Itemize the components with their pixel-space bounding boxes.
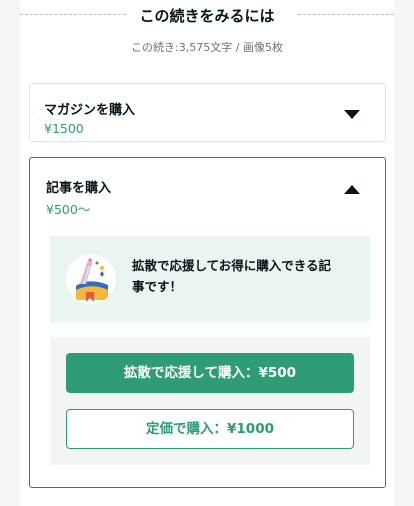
magazine-title: マガジンを購入 [44, 103, 136, 118]
section-divider: この続きをみるには [20, 0, 394, 30]
content-meta: この続き:3,575文字 / 画像5枚 [131, 41, 283, 54]
promo-message: 拡散で応援してお得に購入できる記事です！ [132, 258, 332, 294]
article-title[interactable]: 記事を購入 [46, 177, 111, 196]
buy-at-list-price-button[interactable]: 定価で購入：¥1000 [66, 409, 354, 449]
share-and-buy-button[interactable]: 拡散で応援して購入：¥500 [66, 353, 354, 393]
article-price: ¥500〜 [46, 202, 91, 217]
divider-line-right [298, 14, 394, 15]
caret-up-icon[interactable] [344, 185, 360, 194]
magazine-price: ¥1500 [44, 121, 84, 136]
section-title: この続きをみるには [139, 7, 275, 25]
share-promo-banner: 拡散で応援してお得に購入できる記事です！ [50, 236, 370, 322]
caret-down-icon[interactable] [344, 110, 360, 119]
magazine-purchase-card[interactable]: マガジンを購入 ¥1500 [29, 83, 386, 142]
purchase-section: この続きをみるには この続き:3,575文字 / 画像5枚 マガジンを購入 ¥1… [20, 0, 394, 506]
purchase-options-panel: 拡散で応援して購入：¥500 定価で購入：¥1000 [50, 337, 370, 465]
article-purchase-card: 記事を購入 ¥500〜 拡散で応援してお得に購入できる記事です！ 拡散で応援して… [29, 157, 386, 488]
party-popper-icon [66, 254, 116, 304]
